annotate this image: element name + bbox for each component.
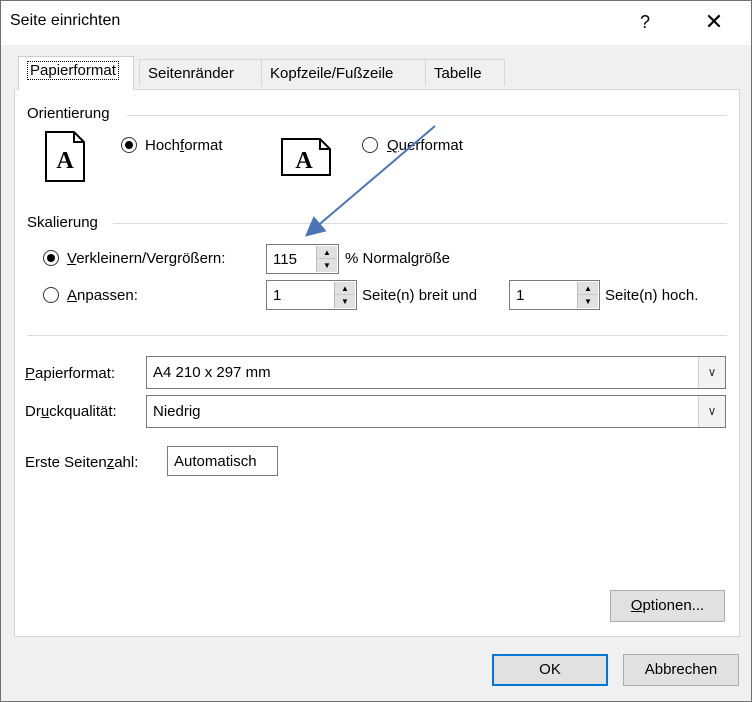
paper-size-select[interactable]: A4 210 x 297 mm ∨ (146, 356, 726, 389)
spin-up-icon[interactable]: ▲ (317, 246, 337, 259)
paper-size-label: Papierformat: (25, 365, 116, 382)
tab-tabelle[interactable]: Tabelle (425, 59, 505, 86)
spin-down-icon[interactable]: ▼ (335, 295, 355, 308)
close-button[interactable]: ✕ (698, 8, 730, 36)
first-page-number-label: Erste Seitenzahl: (25, 454, 139, 471)
pages-wide-value: 1 (273, 287, 282, 304)
adjust-to-radio[interactable] (43, 250, 59, 266)
spinner-buttons: ▲ ▼ (334, 282, 355, 308)
portrait-icon-letter: A (56, 148, 74, 174)
fit-to-radio[interactable] (43, 287, 59, 303)
tab-label: Tabelle (434, 65, 482, 82)
tab-label: Seitenränder (148, 65, 234, 82)
portrait-page-icon: A (45, 131, 85, 182)
tab-label: Kopfzeile/Fußzeile (270, 65, 394, 82)
spin-down-icon[interactable]: ▼ (317, 259, 337, 272)
scaling-group-label: Skalierung (27, 214, 98, 231)
print-quality-label: Druckqualität: (25, 403, 117, 420)
spin-down-icon[interactable]: ▼ (578, 295, 598, 308)
chevron-down-icon[interactable]: ∨ (698, 357, 725, 388)
group-divider (113, 223, 727, 224)
landscape-radio[interactable] (362, 137, 378, 153)
options-button[interactable]: Optionen... (610, 590, 725, 622)
tab-kopfzeile-fusszeile[interactable]: Kopfzeile/Fußzeile (261, 59, 426, 86)
window-title: Seite einrichten (10, 12, 121, 29)
tab-papierformat[interactable]: Papierformat (18, 56, 134, 90)
help-button[interactable]: ? (631, 8, 659, 36)
tab-seitenraender[interactable]: Seitenränder (139, 59, 262, 86)
spin-up-icon[interactable]: ▲ (335, 282, 355, 295)
scale-percent-suffix: % Normalgröße (345, 250, 451, 267)
first-page-number-input[interactable]: Automatisch (167, 446, 278, 476)
section-divider (27, 335, 727, 336)
landscape-page-icon: A (281, 138, 331, 176)
landscape-label[interactable]: Querformat (387, 137, 463, 154)
title-bar: Seite einrichten ? ✕ (1, 1, 751, 45)
pages-wide-suffix: Seite(n) breit und (362, 287, 478, 304)
pages-wide-spinner[interactable]: 1 ▲ ▼ (266, 280, 357, 310)
portrait-radio[interactable] (121, 137, 137, 153)
print-quality-select[interactable]: Niedrig ∨ (146, 395, 726, 428)
pages-tall-spinner[interactable]: 1 ▲ ▼ (509, 280, 600, 310)
portrait-label[interactable]: Hochformat (145, 137, 223, 154)
chevron-down-icon[interactable]: ∨ (698, 396, 725, 427)
ok-button[interactable]: OK (492, 654, 608, 686)
scale-percent-value: 115 (273, 251, 297, 268)
paper-size-value: A4 210 x 297 mm (153, 364, 271, 381)
orientation-group-label: Orientierung (27, 105, 110, 122)
pages-tall-suffix: Seite(n) hoch. (605, 287, 699, 304)
page-setup-dialog: Seite einrichten ? ✕ Papierformat Seiten… (0, 0, 752, 702)
scale-percent-spinner[interactable]: 115 ▲ ▼ (266, 244, 339, 274)
tab-label: Papierformat (27, 61, 119, 80)
spinner-buttons: ▲ ▼ (577, 282, 598, 308)
cancel-button[interactable]: Abbrechen (623, 654, 739, 686)
tab-panel: Orientierung A Hochformat A Querformat S… (14, 89, 740, 637)
adjust-to-label[interactable]: Verkleinern/Vergrößern: (67, 250, 225, 267)
pages-tall-value: 1 (516, 287, 525, 304)
landscape-icon-letter: A (295, 148, 313, 174)
group-divider (127, 115, 727, 116)
spin-up-icon[interactable]: ▲ (578, 282, 598, 295)
spinner-buttons: ▲ ▼ (316, 246, 337, 272)
print-quality-value: Niedrig (153, 403, 201, 420)
fit-to-label[interactable]: Anpassen: (67, 287, 138, 304)
